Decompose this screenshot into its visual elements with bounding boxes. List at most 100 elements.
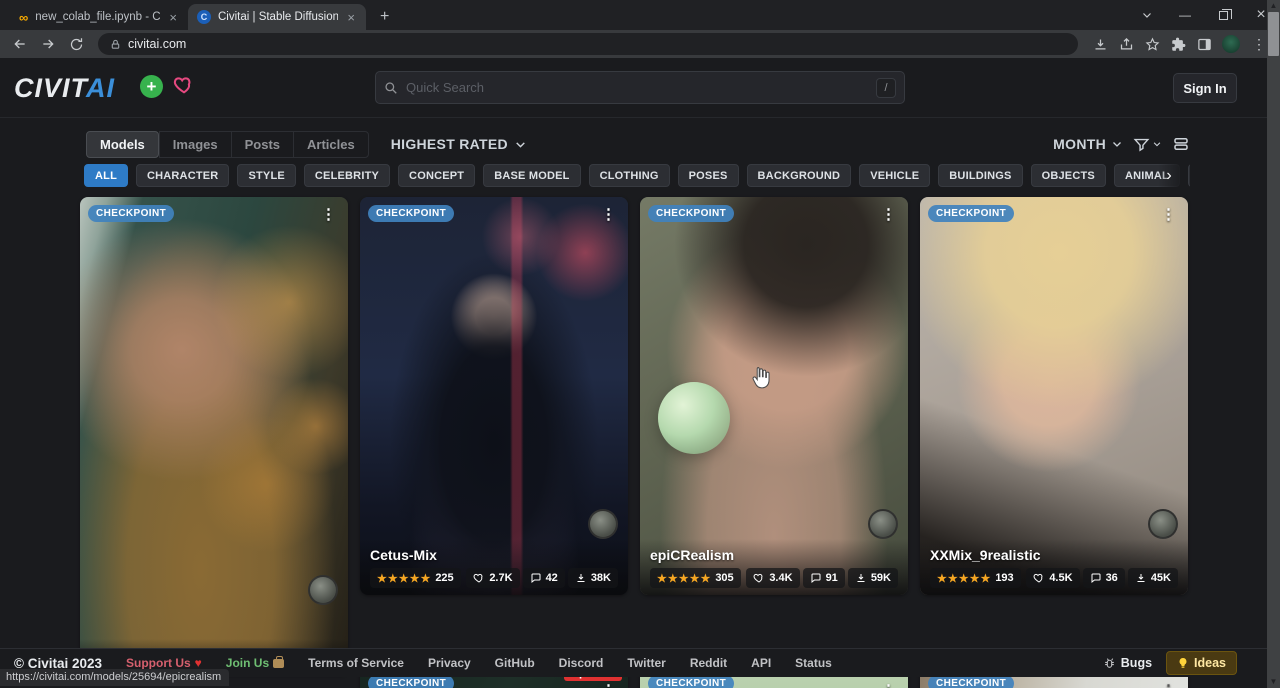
chip-base-model[interactable]: BASE MODEL bbox=[483, 164, 580, 187]
civitai-logo[interactable]: CIVITAI bbox=[14, 73, 115, 104]
chip-vehicle[interactable]: VEHICLE bbox=[859, 164, 930, 187]
footer-link-discord[interactable]: Discord bbox=[559, 656, 604, 670]
footer-link-join-us[interactable]: Join Us bbox=[226, 656, 284, 670]
chip-buildings[interactable]: BUILDINGS bbox=[938, 164, 1022, 187]
sort-dropdown[interactable]: HIGHEST RATED bbox=[391, 136, 527, 152]
creator-avatar[interactable] bbox=[1148, 509, 1178, 539]
period-dropdown[interactable]: MONTH bbox=[1053, 136, 1123, 152]
tab-close-icon[interactable]: × bbox=[167, 10, 179, 25]
scroll-up-icon[interactable]: ▲ bbox=[1267, 0, 1280, 12]
chevron-down-icon bbox=[514, 138, 527, 151]
model-preview-image bbox=[360, 197, 628, 595]
card-menu-icon[interactable]: ⋮ bbox=[1155, 679, 1182, 688]
rating-pill: ★★★★★225 bbox=[370, 568, 461, 588]
card-menu-icon[interactable]: ⋮ bbox=[1155, 203, 1182, 225]
chip-objects[interactable]: OBJECTS bbox=[1031, 164, 1106, 187]
tab-title: Civitai | Stable Diffusion models, bbox=[218, 11, 338, 23]
funnel-icon bbox=[1133, 136, 1150, 153]
model-type-badge: CHECKPOINT bbox=[368, 205, 454, 222]
rating-count: 305 bbox=[715, 572, 733, 584]
model-type-badge: CHECKPOINT bbox=[928, 205, 1014, 222]
card-menu-icon[interactable]: ⋮ bbox=[595, 203, 622, 225]
creator-avatar[interactable] bbox=[308, 575, 338, 605]
star-icons: ★★★★★ bbox=[377, 572, 431, 585]
bugs-link[interactable]: Bugs bbox=[1103, 656, 1152, 670]
creator-avatar[interactable] bbox=[588, 509, 618, 539]
content-type-tabs: ModelsImagesPostsArticles bbox=[86, 131, 369, 158]
scrollbar-thumb[interactable] bbox=[1268, 12, 1279, 56]
colab-icon: ∞ bbox=[19, 10, 28, 25]
heart-icon bbox=[753, 572, 765, 584]
chip-style[interactable]: STYLE bbox=[237, 164, 295, 187]
chip-celebrity[interactable]: CELEBRITY bbox=[304, 164, 390, 187]
card-menu-icon[interactable]: ⋮ bbox=[595, 679, 622, 688]
search-input[interactable] bbox=[406, 80, 868, 95]
footer-link-privacy[interactable]: Privacy bbox=[428, 656, 471, 670]
footer-link-api[interactable]: API bbox=[751, 656, 771, 670]
forward-icon[interactable] bbox=[36, 32, 60, 56]
reload-icon[interactable] bbox=[64, 32, 88, 56]
chip-background[interactable]: BACKGROUND bbox=[747, 164, 852, 187]
scroll-down-icon[interactable]: ▼ bbox=[1267, 676, 1280, 688]
download-page-icon[interactable] bbox=[1088, 32, 1112, 56]
chip-concept[interactable]: CONCEPT bbox=[398, 164, 475, 187]
vertical-scrollbar[interactable]: ▲ ▼ bbox=[1267, 0, 1280, 688]
address-bar[interactable]: civitai.com bbox=[98, 33, 1078, 55]
browser-tab-colab[interactable]: ∞ new_colab_file.ipynb - Colaborat × bbox=[10, 4, 188, 30]
chips-scroll-right-icon[interactable]: › bbox=[1158, 164, 1180, 187]
model-card-cetus-mix[interactable]: CHECKPOINT ⋮ Cetus-Mix ★★★★★225 2.7K bbox=[360, 197, 628, 595]
card-menu-icon[interactable]: ⋮ bbox=[875, 679, 902, 688]
footer-link-reddit[interactable]: Reddit bbox=[690, 656, 727, 670]
tab-posts[interactable]: Posts bbox=[231, 131, 293, 158]
favorites-heart-icon[interactable] bbox=[172, 74, 196, 96]
likes-pill: 2.7K bbox=[466, 568, 519, 588]
bubblegum-shape bbox=[658, 382, 730, 454]
share-icon[interactable] bbox=[1114, 32, 1138, 56]
browser-profile-avatar[interactable] bbox=[1222, 35, 1240, 53]
chip-clothing[interactable]: CLOTHING bbox=[589, 164, 670, 187]
filters-funnel-button[interactable] bbox=[1133, 136, 1162, 153]
model-card-dreamshaper[interactable]: CHECKPOINT ⋮ DreamShaper bbox=[80, 197, 348, 675]
chip-tool[interactable]: TOOL bbox=[1188, 164, 1190, 187]
bookmark-star-icon[interactable] bbox=[1140, 32, 1164, 56]
chip-character[interactable]: CHARACTER bbox=[136, 164, 229, 187]
footer-link-support-us[interactable]: Support Us♥ bbox=[126, 656, 202, 670]
comment-icon bbox=[530, 572, 542, 584]
model-card-epicrealism[interactable]: CHECKPOINT ⋮ epiCRealism ★★★★★305 3.4K bbox=[640, 197, 908, 595]
creator-avatar[interactable] bbox=[868, 509, 898, 539]
footer-links: Terms of Service Privacy GitHub Discord Twit… bbox=[308, 656, 832, 670]
layout-toggle-button[interactable] bbox=[1172, 135, 1190, 153]
category-chips: ALL CHARACTER STYLE CELEBRITY CONCEPT BASE MO… bbox=[84, 164, 1190, 188]
card-menu-icon[interactable]: ⋮ bbox=[315, 203, 342, 225]
footer-link-status[interactable]: Status bbox=[795, 656, 832, 670]
footer-link-github[interactable]: GitHub bbox=[495, 656, 535, 670]
chip-poses[interactable]: POSES bbox=[678, 164, 739, 187]
sign-in-button[interactable]: Sign In bbox=[1173, 73, 1237, 103]
downloads-pill: 38K bbox=[568, 568, 618, 588]
tab-search-chevron-icon[interactable] bbox=[1128, 0, 1166, 30]
extensions-puzzle-icon[interactable] bbox=[1166, 32, 1190, 56]
tab-models[interactable]: Models bbox=[86, 131, 159, 158]
side-panel-icon[interactable] bbox=[1192, 32, 1216, 56]
model-type-badge: CHECKPOINT bbox=[648, 205, 734, 222]
ideas-button[interactable]: Ideas bbox=[1166, 651, 1237, 675]
back-icon[interactable] bbox=[8, 32, 32, 56]
footer-link-twitter[interactable]: Twitter bbox=[627, 656, 665, 670]
new-tab-button[interactable]: + bbox=[374, 8, 395, 26]
window-minimize-button[interactable]: — bbox=[1166, 0, 1204, 30]
tab-close-icon[interactable]: × bbox=[345, 10, 357, 25]
tab-title: new_colab_file.ipynb - Colaborat bbox=[35, 11, 160, 23]
tab-images[interactable]: Images bbox=[159, 131, 231, 158]
window-restore-button[interactable] bbox=[1204, 0, 1242, 30]
card-menu-icon[interactable]: ⋮ bbox=[875, 203, 902, 225]
download-icon bbox=[855, 572, 867, 584]
browser-tab-civitai[interactable]: C Civitai | Stable Diffusion models, × bbox=[188, 4, 366, 30]
tab-articles[interactable]: Articles bbox=[293, 131, 369, 158]
quick-search-box[interactable]: / bbox=[375, 71, 905, 104]
rating-pill: ★★★★★305 bbox=[650, 568, 741, 588]
model-card-xxmix-9realistic[interactable]: CHECKPOINT ⋮ XXMix_9realistic ★★★★★193 4… bbox=[920, 197, 1188, 595]
footer-link-terms-of-service[interactable]: Terms of Service bbox=[308, 656, 404, 670]
model-name: epiCRealism bbox=[650, 547, 898, 563]
upload-plus-button[interactable]: + bbox=[140, 75, 163, 98]
chip-all[interactable]: ALL bbox=[84, 164, 128, 187]
